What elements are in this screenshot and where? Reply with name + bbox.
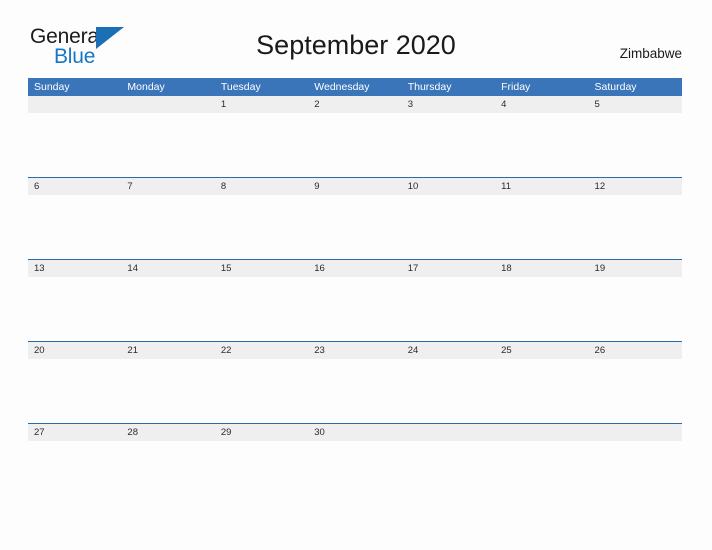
date-number[interactable]: 20 [28,342,121,359]
date-number[interactable]: 26 [589,342,682,359]
date-number[interactable]: 21 [121,342,214,359]
date-number[interactable]: 25 [495,342,588,359]
day-cell[interactable] [121,359,214,423]
day-cell[interactable] [308,441,401,505]
date-number[interactable]: 12 [589,178,682,195]
date-number[interactable]: 29 [215,424,308,441]
date-number[interactable]: 3 [402,96,495,113]
day-cell[interactable] [121,195,214,259]
day-header-monday: Monday [127,81,165,93]
date-number[interactable]: 27 [28,424,121,441]
day-cell[interactable] [589,359,682,423]
day-cell[interactable] [589,113,682,177]
calendar-week-row: 6 7 8 9 10 11 12 [28,177,682,259]
date-number[interactable]: 30 [308,424,401,441]
day-cell[interactable] [495,441,588,505]
calendar-week-row: 20 21 22 23 24 25 26 [28,341,682,423]
day-cell[interactable] [402,195,495,259]
day-of-week-header-row: Sunday Monday Tuesday Wednesday Thursday… [28,78,682,96]
day-header-tuesday: Tuesday [220,81,261,93]
calendar-grid: Sunday Monday Tuesday Wednesday Thursday… [28,78,682,505]
day-cell[interactable] [28,359,121,423]
week-date-band: 13 14 15 16 17 18 19 [28,259,682,277]
week-content-band [28,441,682,505]
day-cell[interactable] [308,359,401,423]
day-cell[interactable] [121,113,214,177]
day-cell[interactable] [402,359,495,423]
week-date-band: 20 21 22 23 24 25 26 [28,341,682,359]
date-number[interactable] [28,96,121,113]
day-cell[interactable] [589,195,682,259]
day-cell[interactable] [28,441,121,505]
day-cell[interactable] [215,195,308,259]
date-number[interactable]: 16 [308,260,401,277]
page-header: General Blue September 2020 Zimbabwe [0,0,712,67]
day-cell[interactable] [215,441,308,505]
calendar-week-row: 13 14 15 16 17 18 19 [28,259,682,341]
day-cell[interactable] [215,277,308,341]
day-cell[interactable] [28,277,121,341]
calendar-week-row: 27 28 29 30 [28,423,682,505]
date-number[interactable]: 2 [308,96,401,113]
day-cell[interactable] [28,195,121,259]
date-number[interactable] [589,424,682,441]
date-number[interactable]: 15 [215,260,308,277]
day-header-thursday: Thursday [407,81,452,93]
date-number[interactable]: 7 [121,178,214,195]
date-number[interactable]: 28 [121,424,214,441]
day-header-friday: Friday [501,81,531,93]
location-label: Zimbabwe [619,46,682,61]
day-cell[interactable] [121,441,214,505]
day-cell[interactable] [215,359,308,423]
week-content-band [28,277,682,341]
week-date-band: 6 7 8 9 10 11 12 [28,177,682,195]
day-header-wednesday: Wednesday [314,81,370,93]
date-number[interactable]: 24 [402,342,495,359]
date-number[interactable]: 11 [495,178,588,195]
day-cell[interactable] [402,113,495,177]
day-cell[interactable] [495,113,588,177]
date-number[interactable]: 17 [402,260,495,277]
day-cell[interactable] [402,441,495,505]
day-cell[interactable] [495,277,588,341]
day-cell[interactable] [121,277,214,341]
day-cell[interactable] [215,113,308,177]
day-cell[interactable] [402,277,495,341]
day-header-sunday: Sunday [34,81,70,93]
calendar-week-row: 1 2 3 4 5 [28,96,682,177]
week-date-band: 1 2 3 4 5 [28,96,682,113]
day-cell[interactable] [589,441,682,505]
week-content-band [28,113,682,177]
date-number[interactable]: 4 [495,96,588,113]
date-number[interactable]: 10 [402,178,495,195]
day-cell[interactable] [495,195,588,259]
date-number[interactable] [402,424,495,441]
date-number[interactable]: 19 [589,260,682,277]
day-cell[interactable] [308,195,401,259]
date-number[interactable]: 13 [28,260,121,277]
day-header-saturday: Saturday [594,81,637,93]
date-number[interactable]: 23 [308,342,401,359]
date-number[interactable]: 9 [308,178,401,195]
day-cell[interactable] [28,113,121,177]
date-number[interactable] [121,96,214,113]
date-number[interactable]: 14 [121,260,214,277]
date-number[interactable]: 1 [215,96,308,113]
week-date-band: 27 28 29 30 [28,423,682,441]
date-number[interactable]: 22 [215,342,308,359]
day-cell[interactable] [308,277,401,341]
day-cell[interactable] [308,113,401,177]
date-number[interactable]: 6 [28,178,121,195]
date-number[interactable]: 8 [215,178,308,195]
day-cell[interactable] [495,359,588,423]
date-number[interactable]: 5 [589,96,682,113]
week-content-band [28,359,682,423]
week-content-band [28,195,682,259]
day-cell[interactable] [589,277,682,341]
date-number[interactable]: 18 [495,260,588,277]
page-title: September 2020 [256,30,456,60]
date-number[interactable] [495,424,588,441]
